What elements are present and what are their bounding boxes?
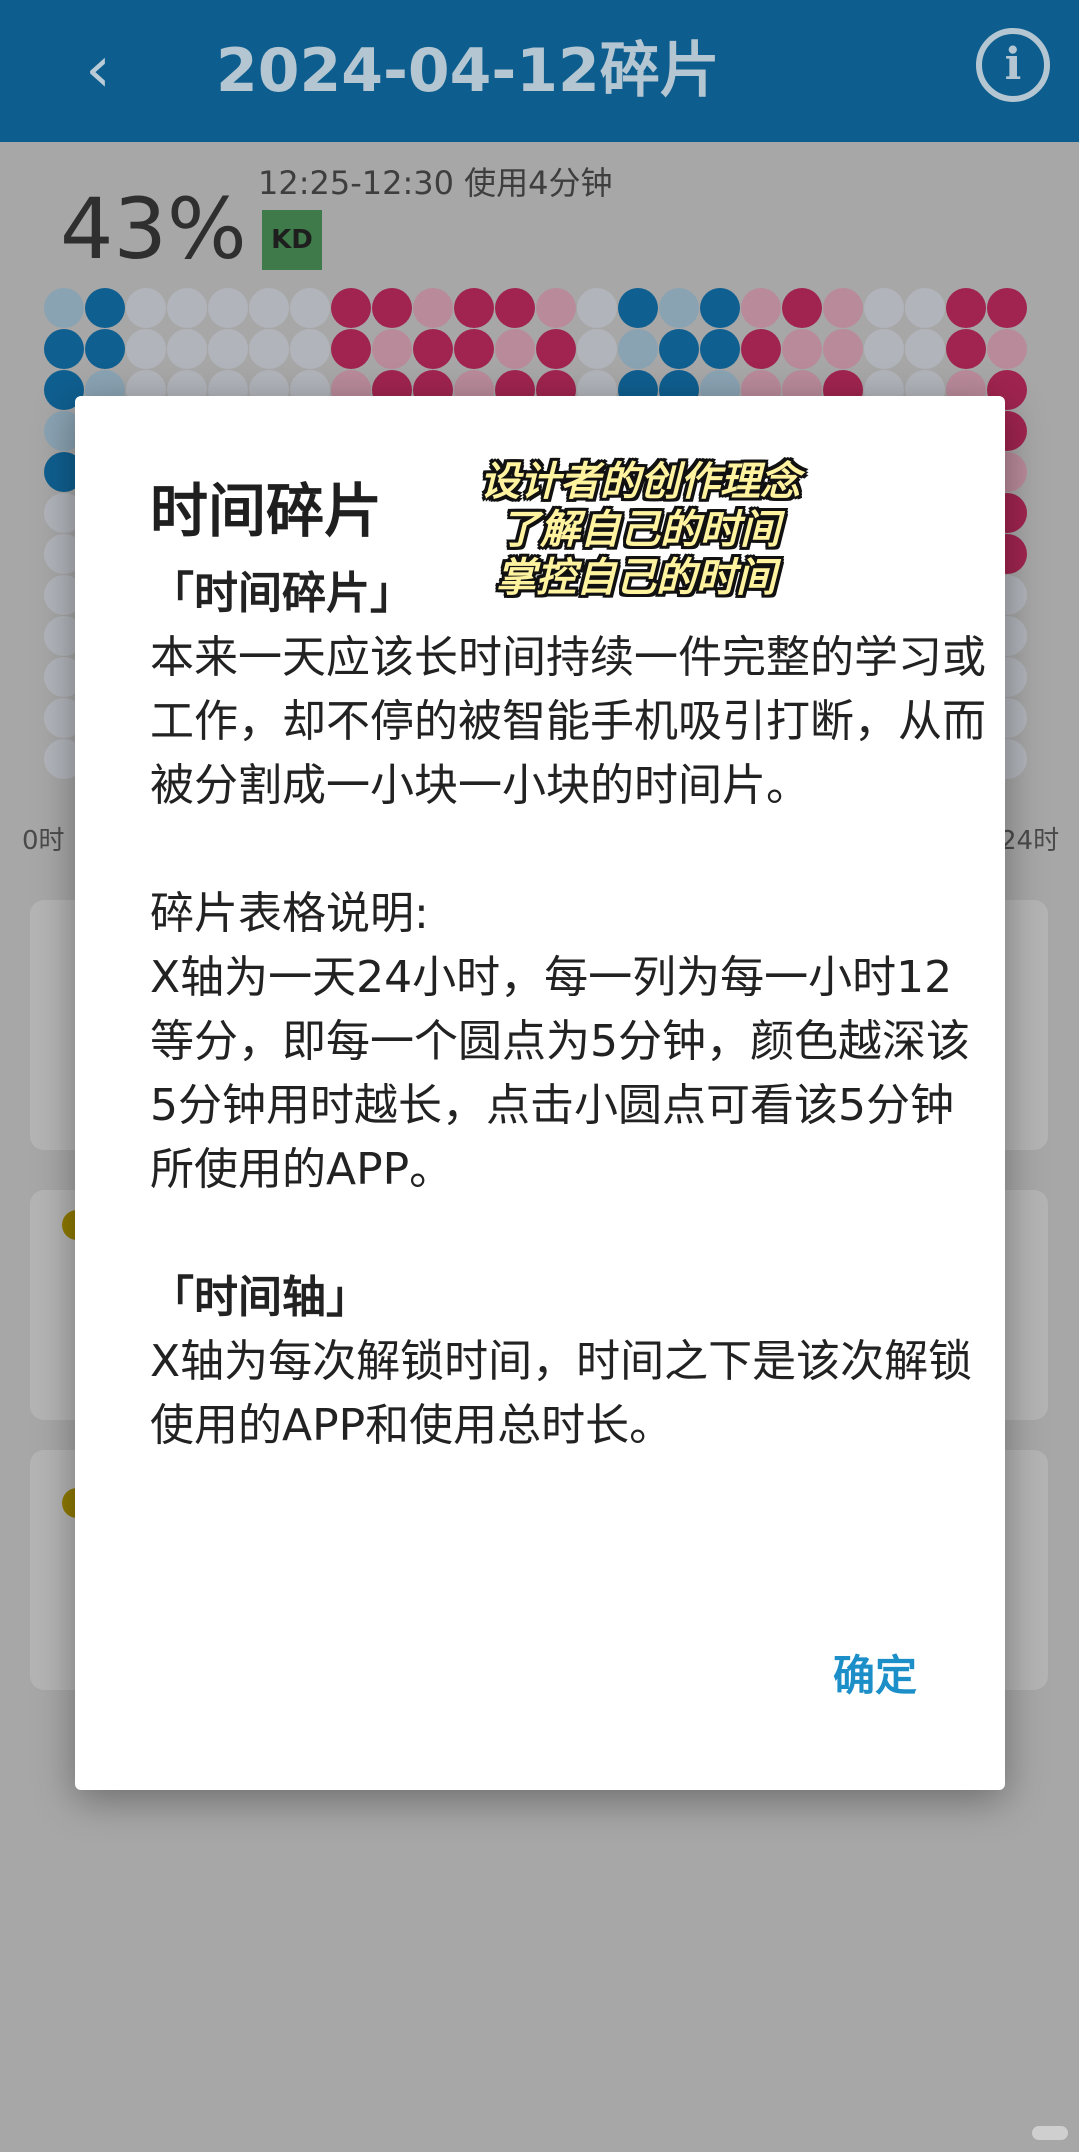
time-dot[interactable] — [782, 329, 822, 369]
time-dot[interactable] — [700, 288, 740, 328]
time-dot[interactable] — [413, 329, 453, 369]
time-dot[interactable] — [659, 329, 699, 369]
time-dot[interactable] — [864, 329, 904, 369]
help-dialog: 时间碎片 设计者的创作理念 了解自己的时间 掌控自己的时间 「时间碎片」 本来一… — [75, 396, 1005, 1790]
time-dot[interactable] — [782, 288, 822, 328]
section-text: X轴为每次解锁时间，时间之下是该次解锁使用的APP和使用总时长。 — [150, 1336, 973, 1451]
time-dot[interactable] — [536, 329, 576, 369]
time-dot[interactable] — [413, 288, 453, 328]
time-dot[interactable] — [372, 288, 412, 328]
time-dot[interactable] — [741, 288, 781, 328]
home-indicator — [1032, 2126, 1068, 2140]
time-dot[interactable] — [249, 329, 289, 369]
time-dot[interactable] — [454, 288, 494, 328]
section-text: 本来一天应该长时间持续一件完整的学习或工作，却不停的被智能手机吸引打断，从而被分… — [150, 632, 986, 811]
section-heading: 「时间轴」 — [150, 1272, 370, 1323]
back-button[interactable]: ‹ — [58, 30, 138, 110]
time-dot[interactable] — [208, 329, 248, 369]
time-dot[interactable] — [44, 329, 84, 369]
time-dot[interactable] — [659, 288, 699, 328]
time-dot[interactable] — [700, 329, 740, 369]
time-dot[interactable] — [905, 329, 945, 369]
time-dot[interactable] — [44, 288, 84, 328]
info-button[interactable]: i — [976, 28, 1050, 102]
section-text: X轴为一天24小时，每一列为每一小时12等分，即每一个圆点为5分钟，颜色越深该5… — [150, 952, 970, 1195]
time-dot[interactable] — [618, 329, 658, 369]
selected-time-range: 12:25-12:30 使用4分钟 — [258, 164, 613, 202]
time-dot[interactable] — [208, 288, 248, 328]
time-dot[interactable] — [618, 288, 658, 328]
confirm-button[interactable]: 确定 — [833, 1642, 917, 1703]
section-heading: 「时间碎片」 — [150, 568, 414, 619]
axis-end-label: 24时 — [1000, 826, 1060, 856]
time-dot[interactable] — [987, 329, 1027, 369]
time-dot[interactable] — [577, 288, 617, 328]
time-dot[interactable] — [372, 329, 412, 369]
time-dot[interactable] — [454, 329, 494, 369]
caption-line: 设计者的创作理念 — [480, 459, 800, 505]
time-dot[interactable] — [823, 288, 863, 328]
time-dot[interactable] — [577, 329, 617, 369]
time-dot[interactable] — [946, 288, 986, 328]
page-title: 2024-04-12碎片 — [216, 36, 720, 106]
app-icon[interactable]: KD — [262, 210, 322, 270]
time-dot[interactable] — [167, 329, 207, 369]
time-dot[interactable] — [126, 288, 166, 328]
time-dot[interactable] — [741, 329, 781, 369]
time-dot[interactable] — [249, 288, 289, 328]
app-bar: ‹ 2024-04-12碎片 i — [0, 0, 1079, 142]
dialog-title: 时间碎片 — [150, 477, 383, 545]
time-dot[interactable] — [85, 288, 125, 328]
time-dot[interactable] — [905, 288, 945, 328]
time-dot[interactable] — [495, 329, 535, 369]
section-heading: 碎片表格说明: — [150, 888, 429, 939]
time-dot[interactable] — [167, 288, 207, 328]
time-dot[interactable] — [864, 288, 904, 328]
chevron-left-icon: ‹ — [85, 33, 111, 107]
time-dot[interactable] — [495, 288, 535, 328]
axis-start-label: 0时 — [22, 826, 65, 856]
time-dot[interactable] — [946, 329, 986, 369]
usage-percent: 43% — [60, 180, 247, 278]
time-dot[interactable] — [290, 329, 330, 369]
time-dot[interactable] — [290, 288, 330, 328]
time-dot[interactable] — [85, 329, 125, 369]
time-dot[interactable] — [331, 329, 371, 369]
time-dot[interactable] — [536, 288, 576, 328]
time-dot[interactable] — [126, 329, 166, 369]
time-dot[interactable] — [331, 288, 371, 328]
time-dot[interactable] — [987, 288, 1027, 328]
time-dot[interactable] — [823, 329, 863, 369]
dialog-body: 「时间碎片」 本来一天应该长时间持续一件完整的学习或工作，却不停的被智能手机吸引… — [150, 562, 990, 1458]
caption-line: 了解自己的时间 — [500, 507, 780, 553]
info-icon: i — [1004, 39, 1022, 90]
